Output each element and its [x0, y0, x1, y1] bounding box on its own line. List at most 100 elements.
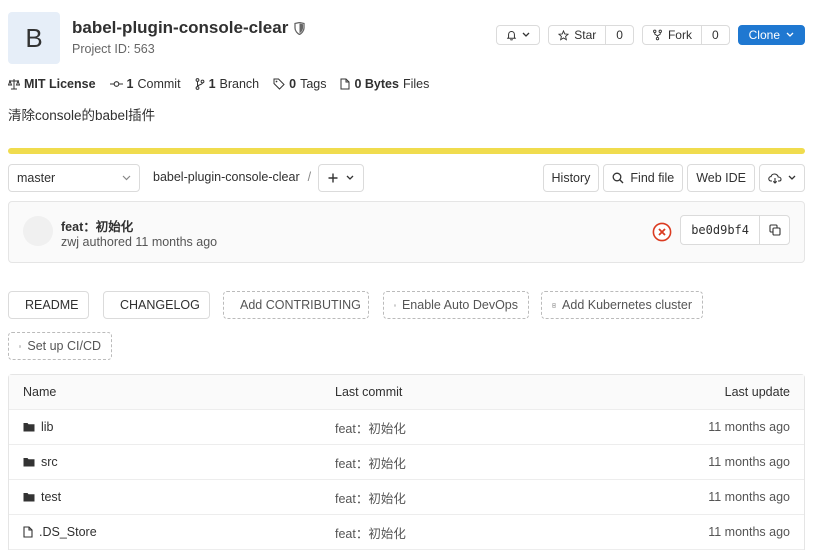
stat-tags-value: 0	[289, 77, 297, 91]
commit-sha[interactable]: be0d9bf4	[681, 216, 759, 244]
branch-selector[interactable]: master	[8, 164, 140, 192]
stat-commits[interactable]: 1 Commit	[109, 77, 181, 91]
commit-icon	[109, 81, 123, 87]
readme-button[interactable]: README	[8, 291, 89, 319]
breadcrumb-separator: /	[307, 170, 312, 184]
plus-square-icon	[19, 344, 22, 348]
stat-branches-value: 1	[208, 77, 216, 91]
fork-count[interactable]: 0	[700, 26, 729, 44]
project-id: Project ID: 563	[72, 42, 155, 56]
history-label: History	[551, 171, 591, 185]
folder-icon	[23, 423, 35, 432]
file-name[interactable]: lib	[41, 420, 54, 434]
add-file-dropdown[interactable]	[318, 164, 364, 192]
fork-button[interactable]: Fork 0	[641, 25, 730, 45]
language-bar[interactable]	[8, 148, 805, 154]
folder-icon	[23, 458, 35, 467]
commit-time: authored 11 months ago	[82, 235, 218, 249]
notification-dropdown[interactable]	[496, 25, 541, 45]
project-description: 清除console的babel插件	[8, 108, 156, 123]
file-last-commit[interactable]: feat：初始化	[335, 488, 624, 507]
file-last-update: 11 months ago	[708, 455, 790, 469]
project-actions: Star 0 Fork 0 Clone	[496, 25, 805, 45]
branch-name: master	[17, 171, 56, 185]
add-kubernetes-cluster-label: Add Kubernetes cluster	[562, 298, 692, 312]
scale-icon	[8, 79, 20, 90]
table-row[interactable]: .DS_Store feat：初始化 11 months ago	[9, 515, 804, 550]
file-last-commit[interactable]: feat：初始化	[335, 453, 624, 472]
commit-author[interactable]: zwj	[61, 235, 79, 249]
folder-icon	[23, 493, 35, 502]
commit-meta: zwj authored 11 months ago	[61, 235, 217, 249]
commit-author-avatar[interactable]	[23, 216, 53, 246]
file-name[interactable]: test	[41, 490, 61, 504]
tag-icon	[273, 78, 285, 90]
chevron-down-icon	[122, 175, 131, 181]
changelog-label: CHANGELOG	[120, 298, 200, 312]
last-commit-panel: feat：初始化 zwj authored 11 months ago be0d…	[8, 201, 805, 263]
file-name[interactable]: src	[41, 455, 58, 469]
setup-ci-cd-label: Set up CI/CD	[27, 339, 101, 353]
cloud-download-icon	[768, 172, 782, 184]
plus-square-icon	[394, 304, 396, 306]
commit-title[interactable]: feat：初始化	[61, 216, 133, 235]
history-button[interactable]: History	[542, 164, 600, 192]
find-file-label: Find file	[630, 171, 675, 185]
breadcrumb-repo[interactable]: babel-plugin-console-clear	[153, 170, 300, 184]
column-update-header: Last update	[724, 385, 790, 399]
stat-files-value: 0 Bytes	[354, 77, 399, 91]
breadcrumb: babel-plugin-console-clear /	[153, 170, 311, 184]
stat-commits-label: Commit	[137, 77, 181, 91]
stat-tags-label: Tags	[300, 77, 327, 91]
download-dropdown[interactable]	[759, 164, 805, 192]
stat-files[interactable]: 0 Bytes Files	[340, 77, 429, 91]
repo-actions: History Find file Web IDE	[542, 164, 805, 192]
stat-files-label: Files	[402, 77, 430, 91]
branch-icon	[195, 78, 204, 90]
web-ide-button[interactable]: Web IDE	[687, 164, 755, 192]
fork-icon	[653, 29, 662, 41]
setup-ci-cd-button[interactable]: Set up CI/CD	[8, 332, 112, 360]
star-count[interactable]: 0	[605, 26, 633, 44]
file-icon	[23, 526, 33, 538]
chevron-down-icon	[786, 32, 794, 37]
add-contributing-label: Add CONTRIBUTING	[240, 298, 361, 312]
column-name-header: Name	[23, 385, 57, 399]
star-button[interactable]: Star 0	[548, 25, 634, 45]
enable-auto-devops-button[interactable]: Enable Auto DevOps	[383, 291, 529, 319]
stat-license-value: MIT License	[24, 77, 96, 91]
plus-icon	[328, 173, 338, 183]
table-row[interactable]: lib feat：初始化 11 months ago	[9, 410, 804, 445]
star-icon	[558, 29, 570, 41]
add-contributing-button[interactable]: Add CONTRIBUTING	[223, 291, 369, 319]
pipeline-failed-icon[interactable]	[652, 222, 672, 242]
stat-branches[interactable]: 1 Branch	[195, 77, 259, 91]
stat-tags[interactable]: 0 Tags	[273, 77, 326, 91]
visibility-shield-icon	[294, 21, 305, 35]
commit-sha-group: be0d9bf4	[680, 215, 790, 245]
find-file-button[interactable]: Find file	[603, 164, 684, 192]
copy-icon	[768, 224, 781, 236]
bell-icon	[507, 30, 517, 40]
file-last-update: 11 months ago	[708, 420, 790, 434]
file-tree-table: Name Last commit Last update lib feat：初始…	[8, 374, 805, 550]
copy-sha-button[interactable]	[759, 216, 789, 244]
stat-commits-value: 1	[126, 77, 134, 91]
stat-license[interactable]: MIT License	[8, 77, 96, 91]
table-row[interactable]: test feat：初始化 11 months ago	[9, 480, 804, 515]
file-name[interactable]: .DS_Store	[39, 525, 97, 539]
readme-label: README	[25, 298, 79, 312]
clone-label: Clone	[748, 28, 780, 42]
add-kubernetes-cluster-button[interactable]: Add Kubernetes cluster	[541, 291, 703, 319]
file-last-commit[interactable]: feat：初始化	[335, 418, 624, 437]
file-icon	[340, 78, 350, 90]
changelog-button[interactable]: CHANGELOG	[103, 291, 210, 319]
table-row[interactable]: src feat：初始化 11 months ago	[9, 445, 804, 480]
file-last-commit[interactable]: feat：初始化	[335, 523, 624, 542]
chevron-down-icon	[346, 175, 354, 180]
chevron-down-icon	[788, 175, 796, 180]
project-name[interactable]: babel-plugin-console-clear	[72, 18, 288, 38]
clone-button[interactable]: Clone	[737, 25, 805, 45]
enable-auto-devops-label: Enable Auto DevOps	[401, 298, 518, 312]
search-icon	[612, 172, 624, 184]
